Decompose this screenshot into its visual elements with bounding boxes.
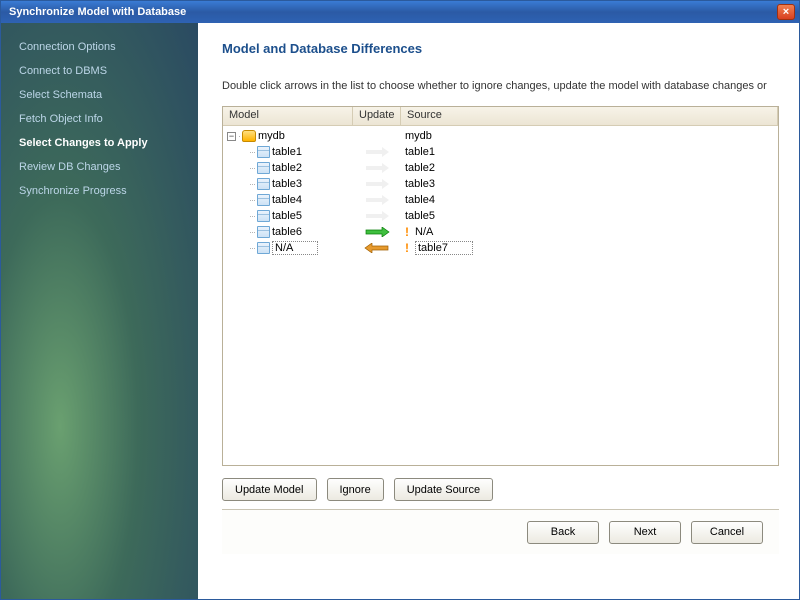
- model-cell: table5: [272, 210, 302, 222]
- model-cell: N/A: [272, 241, 318, 255]
- update-arrow[interactable]: [353, 179, 401, 189]
- tree-line-icon: ···: [249, 147, 255, 157]
- sidebar-item-connection-options[interactable]: Connection Options: [1, 35, 198, 59]
- source-cell: table4: [405, 194, 435, 206]
- model-cell: table6: [272, 226, 302, 238]
- source-cell: table1: [405, 146, 435, 158]
- database-icon: [242, 130, 256, 142]
- sidebar-item-connect-dbms[interactable]: Connect to DBMS: [1, 59, 198, 83]
- wizard-footer: Back Next Cancel: [222, 509, 779, 554]
- tree-line-icon: ···: [249, 195, 255, 205]
- update-arrow[interactable]: [353, 243, 401, 253]
- model-cell: table1: [272, 146, 302, 158]
- update-arrow[interactable]: [353, 195, 401, 205]
- tree-line-icon: ···: [249, 179, 255, 189]
- sidebar-item-select-changes[interactable]: Select Changes to Apply: [1, 131, 198, 155]
- column-header-model[interactable]: Model: [223, 107, 353, 125]
- update-source-button[interactable]: Update Source: [394, 478, 493, 501]
- update-arrow[interactable]: [353, 227, 401, 237]
- source-cell: table3: [405, 178, 435, 190]
- sidebar-item-select-schemata[interactable]: Select Schemata: [1, 83, 198, 107]
- column-header-update[interactable]: Update: [353, 107, 401, 125]
- source-cell: mydb: [405, 130, 432, 142]
- source-cell: N/A: [415, 226, 433, 238]
- next-button[interactable]: Next: [609, 521, 681, 544]
- sidebar-item-sync-progress[interactable]: Synchronize Progress: [1, 179, 198, 203]
- model-cell: table2: [272, 162, 302, 174]
- ignore-button[interactable]: Ignore: [327, 478, 384, 501]
- main-panel: Model and Database Differences Double cl…: [198, 23, 799, 599]
- warning-icon: !: [405, 241, 409, 255]
- update-arrow[interactable]: [353, 211, 401, 221]
- tree-row[interactable]: ··· table4 table4: [223, 192, 778, 208]
- table-icon: [257, 194, 270, 206]
- body: Connection Options Connect to DBMS Selec…: [1, 23, 799, 599]
- tree-row[interactable]: ··· table1 table1: [223, 144, 778, 160]
- wizard-window: Synchronize Model with Database × Connec…: [0, 0, 800, 600]
- table-icon: [257, 242, 270, 254]
- table-icon: [257, 226, 270, 238]
- table-icon: [257, 146, 270, 158]
- table-icon: [257, 162, 270, 174]
- tree-row[interactable]: ··· table3 table3: [223, 176, 778, 192]
- model-cell: table4: [272, 194, 302, 206]
- back-button[interactable]: Back: [527, 521, 599, 544]
- source-cell: table2: [405, 162, 435, 174]
- tree-line-icon: ···: [249, 227, 255, 237]
- tree-row[interactable]: ··· N/A! table7: [223, 240, 778, 256]
- model-cell: table3: [272, 178, 302, 190]
- tree-row[interactable]: ··· table2 table2: [223, 160, 778, 176]
- source-cell: table5: [405, 210, 435, 222]
- diff-tree: Model Update Source −·mydbmydb···table1t…: [222, 106, 779, 466]
- model-cell: mydb: [258, 130, 285, 142]
- window-title: Synchronize Model with Database: [9, 6, 777, 18]
- sidebar-item-fetch-object-info[interactable]: Fetch Object Info: [1, 107, 198, 131]
- warning-icon: !: [405, 225, 409, 239]
- instruction-text: Double click arrows in the list to choos…: [222, 80, 779, 92]
- update-arrow[interactable]: [353, 147, 401, 157]
- wizard-steps-sidebar: Connection Options Connect to DBMS Selec…: [1, 23, 198, 599]
- action-row: Update Model Ignore Update Source: [222, 466, 779, 509]
- tree-row[interactable]: −· mydb mydb: [223, 128, 778, 144]
- close-icon[interactable]: ×: [777, 4, 795, 20]
- tree-line-icon: ···: [249, 211, 255, 221]
- sidebar-item-review-changes[interactable]: Review DB Changes: [1, 155, 198, 179]
- column-header-source[interactable]: Source: [401, 107, 778, 125]
- titlebar: Synchronize Model with Database ×: [1, 1, 799, 23]
- tree-row[interactable]: ··· table6! N/A: [223, 224, 778, 240]
- update-model-button[interactable]: Update Model: [222, 478, 317, 501]
- tree-line-icon: ···: [249, 163, 255, 173]
- table-icon: [257, 210, 270, 222]
- tree-line-icon: ·: [238, 131, 240, 141]
- source-cell: table7: [415, 241, 473, 255]
- update-arrow[interactable]: [353, 163, 401, 173]
- tree-body[interactable]: −·mydbmydb···table1table1···table2table2…: [223, 126, 778, 465]
- tree-row[interactable]: ··· table5 table5: [223, 208, 778, 224]
- table-icon: [257, 178, 270, 190]
- page-title: Model and Database Differences: [222, 41, 779, 56]
- collapse-icon[interactable]: −: [227, 132, 236, 141]
- tree-line-icon: ···: [249, 243, 255, 253]
- tree-header: Model Update Source: [223, 107, 778, 126]
- cancel-button[interactable]: Cancel: [691, 521, 763, 544]
